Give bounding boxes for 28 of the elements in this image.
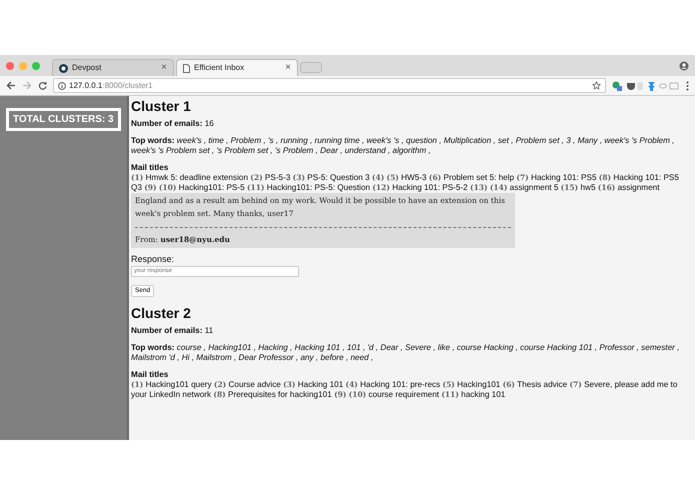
tab-close-button[interactable]: × xyxy=(161,63,167,73)
total-clusters-label: TOTAL CLUSTERS: 3 xyxy=(6,108,121,131)
tab-close-button[interactable]: × xyxy=(285,63,291,73)
top-words-paragraph: Top words: course , Hacking101 , Hacking , Hacking 101 , 101 , 'd , Dear , Severe , like , course Hacking , course Hacking 101 , Professor , semester , Mailstrom 'd , Hi , Mailstrom , Dear Professor , any , before , need , xyxy=(131,342,680,363)
emails-label: Number of emails: xyxy=(131,119,202,128)
star-icon[interactable] xyxy=(592,81,601,90)
tab-title: Devpost xyxy=(72,62,102,74)
menu-icon[interactable] xyxy=(686,80,689,90)
cluster-heading: Cluster 1 xyxy=(131,98,192,116)
mail-titles-label: Mail titles xyxy=(131,163,170,174)
reload-icon[interactable] xyxy=(38,81,47,90)
info-icon xyxy=(58,82,66,90)
browser-tab[interactable]: Devpost × xyxy=(52,59,174,76)
page-icon xyxy=(183,64,190,72)
top-words-paragraph: Top words: week's , time , Problem , 's , running , running time , week's 's , question , Multiplication , set , Problem set , 3 , Many , week's 's Problem , week's 's Problem set , 's Problem set , 's Problem , Dear , understand , algorithm , xyxy=(131,136,676,156)
cluster-heading: Cluster 2 xyxy=(131,304,192,322)
back-arrow-icon[interactable] xyxy=(6,81,16,90)
emails-label: Number of emails: xyxy=(131,326,202,335)
mail-titles-label: Mail titles xyxy=(131,370,170,380)
response-label: Response: xyxy=(131,254,176,266)
address-bar[interactable]: 127.0.0.1:8000/cluster1 xyxy=(53,78,606,93)
tab-title: Efficient Inbox xyxy=(194,62,244,74)
browser-tab[interactable]: Efficient Inbox × xyxy=(176,59,298,76)
emails-count: 16 xyxy=(204,119,214,128)
profile-icon[interactable] xyxy=(679,60,689,70)
extension-icons-drawing[interactable] xyxy=(612,80,680,90)
emails-count: 11 xyxy=(204,326,214,335)
url-text: 127.0.0.1:8000/cluster1 xyxy=(69,80,153,92)
